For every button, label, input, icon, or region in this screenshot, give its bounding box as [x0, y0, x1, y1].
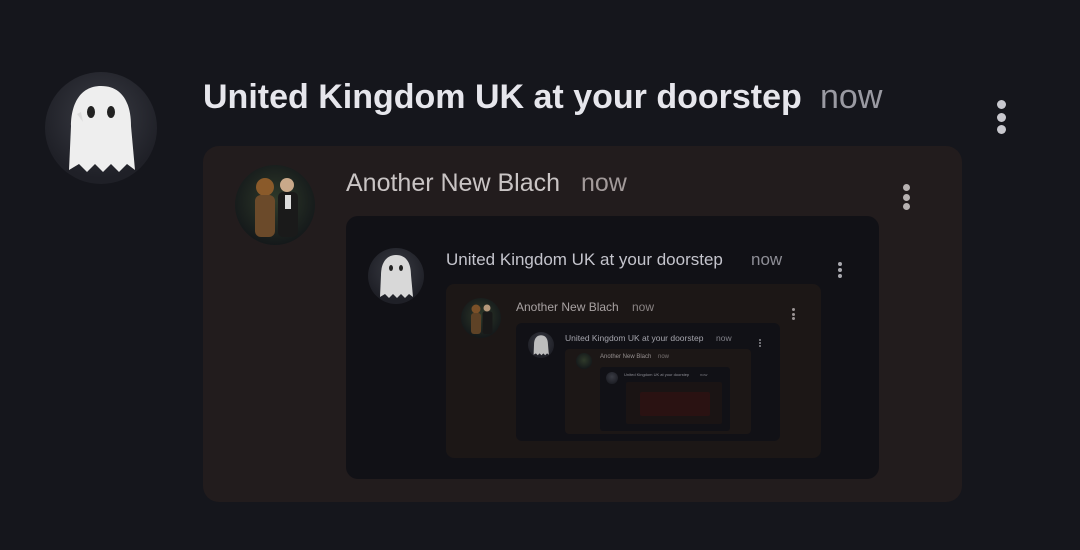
nested-author-name[interactable]: United Kingdom UK at your doorstep: [446, 250, 723, 270]
ghost-avatar-icon: [69, 86, 135, 172]
level5-author-avatar: [576, 353, 592, 369]
author-avatar[interactable]: [45, 72, 157, 184]
level6-author-avatar: [606, 372, 618, 384]
more-options-icon[interactable]: [994, 100, 1008, 134]
ghost-avatar-icon: [380, 255, 413, 298]
nested-author-avatar[interactable]: [368, 248, 424, 304]
level4-author-avatar[interactable]: [528, 332, 554, 358]
ghost-avatar-icon: [533, 335, 549, 356]
post-author-name[interactable]: United Kingdom UK at your doorstep: [203, 78, 802, 117]
quoted-author-name[interactable]: Another New Blach: [346, 169, 560, 198]
level5-timestamp: now: [658, 354, 670, 360]
nested-more-options-icon[interactable]: [837, 262, 843, 278]
level3-timestamp: now: [632, 300, 655, 314]
quoted-author-avatar[interactable]: [235, 165, 315, 245]
quoted-more-options-icon[interactable]: [901, 184, 911, 210]
level4-author-name[interactable]: United Kingdom UK at your doorstep: [565, 333, 703, 343]
level5-author-name: Another New Blach: [600, 354, 652, 360]
level6-timestamp: now: [700, 372, 708, 377]
level4-more-options-icon[interactable]: [758, 339, 761, 347]
quoted-timestamp: now: [581, 169, 627, 197]
level3-more-options-icon[interactable]: [791, 308, 795, 320]
level4-timestamp: now: [716, 333, 732, 343]
post-timestamp: now: [820, 78, 883, 116]
couple-avatar-icon: [255, 178, 298, 237]
level3-author-avatar[interactable]: [461, 298, 501, 338]
level6-author-name: United Kingdom UK at your doorstep: [624, 372, 690, 377]
level3-author-name[interactable]: Another New Blach: [516, 300, 619, 314]
nested-timestamp: now: [751, 250, 783, 269]
couple-avatar-icon: [471, 304, 493, 334]
deeper-nested-quotes: [626, 382, 722, 424]
